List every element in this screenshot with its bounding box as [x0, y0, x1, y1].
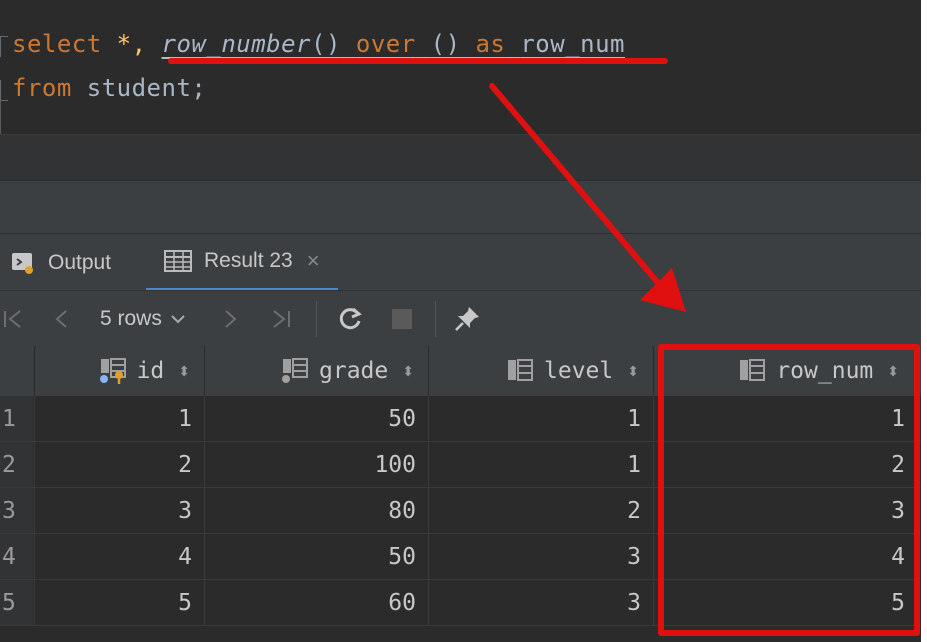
cell-grade[interactable]: 50	[204, 396, 428, 441]
result-tab-bar: Output Result 23 ×	[0, 233, 921, 291]
cell-id[interactable]: 2	[34, 442, 204, 487]
column-label-id: id	[136, 358, 165, 384]
code-line-1[interactable]: select *, row_number() over () as row_nu…	[12, 30, 625, 58]
cell-id[interactable]: 4	[34, 534, 204, 579]
fold-end-marker[interactable]	[0, 80, 8, 101]
parens-token: ()	[430, 30, 461, 58]
row-number-header	[0, 346, 34, 396]
column-header-id[interactable]: id ⬍	[34, 346, 204, 396]
result-toolbar: 5 rows	[0, 290, 921, 347]
chevron-down-icon	[170, 313, 186, 325]
parens-token: ()	[311, 30, 341, 58]
cell-level[interactable]: 1	[428, 396, 653, 441]
cell-level[interactable]: 1	[428, 442, 653, 487]
refresh-icon[interactable]	[336, 291, 364, 347]
tab-output[interactable]: Output	[10, 234, 111, 291]
output-console-icon	[10, 250, 36, 276]
function-row-number: row_number	[161, 30, 312, 58]
code-line-2[interactable]: from student;	[12, 74, 206, 102]
row-number: 5	[0, 580, 33, 625]
editor-bottom-panel	[0, 134, 921, 181]
tab-output-label: Output	[48, 250, 112, 274]
rows-count-label: 5 rows	[100, 307, 162, 330]
table-grid-icon	[164, 249, 192, 273]
close-tab-icon[interactable]: ×	[307, 248, 320, 274]
editor-gutter-edge	[0, 100, 1, 134]
tab-result-label: Result 23	[204, 249, 293, 272]
right-edge	[921, 0, 927, 642]
stop-icon[interactable]	[391, 291, 413, 347]
tab-result[interactable]: Result 23 ×	[146, 234, 338, 291]
row-number: 1	[0, 396, 33, 441]
column-header-level[interactable]: level ⬍	[428, 346, 653, 396]
cell-grade[interactable]: 60	[204, 580, 428, 625]
prev-page-icon[interactable]	[52, 291, 70, 347]
keyword-select: select	[12, 30, 102, 58]
toolbar-divider	[316, 301, 317, 337]
column-icon	[506, 358, 536, 384]
sort-toggle-icon[interactable]: ⬍	[627, 364, 639, 378]
row-number: 2	[0, 442, 33, 487]
keyword-over: over	[355, 30, 416, 58]
cell-level[interactable]: 3	[428, 534, 653, 579]
cell-grade[interactable]: 50	[204, 534, 428, 579]
column-label-grade: grade	[319, 358, 389, 384]
annotation-underline	[168, 58, 668, 64]
cell-level[interactable]: 2	[428, 488, 653, 533]
cell-id[interactable]: 3	[34, 488, 204, 533]
cell-grade[interactable]: 80	[204, 488, 428, 533]
index-column-icon	[281, 357, 311, 385]
cell-grade[interactable]: 100	[204, 442, 428, 487]
next-page-icon[interactable]	[222, 291, 240, 347]
fold-start-marker[interactable]	[0, 36, 8, 57]
cell-id[interactable]: 1	[34, 396, 204, 441]
row-number: 4	[0, 534, 33, 579]
pin-icon[interactable]	[452, 291, 482, 347]
toolbar-divider	[435, 301, 436, 337]
column-label-level: level	[544, 358, 614, 384]
cell-id[interactable]: 5	[34, 580, 204, 625]
services-panel-header	[0, 180, 921, 234]
alias-token: row_num	[520, 30, 625, 58]
sort-toggle-icon[interactable]: ⬍	[402, 364, 414, 378]
annotation-highlight-box	[658, 344, 920, 636]
sort-toggle-icon[interactable]: ⬍	[178, 364, 190, 378]
last-page-icon[interactable]	[270, 291, 292, 347]
rows-count-dropdown[interactable]: 5 rows	[100, 291, 186, 347]
keyword-from: from	[12, 74, 72, 102]
first-page-icon[interactable]	[2, 291, 24, 347]
primary-key-column-icon	[99, 357, 129, 385]
star-token: *,	[116, 30, 147, 58]
row-number: 3	[0, 488, 33, 533]
sql-editor[interactable]: select *, row_number() over () as row_nu…	[0, 0, 921, 134]
table-name-token: student;	[86, 74, 207, 102]
column-header-grade[interactable]: grade ⬍	[204, 346, 428, 396]
cell-level[interactable]: 3	[428, 580, 653, 625]
keyword-as: as	[475, 30, 506, 58]
